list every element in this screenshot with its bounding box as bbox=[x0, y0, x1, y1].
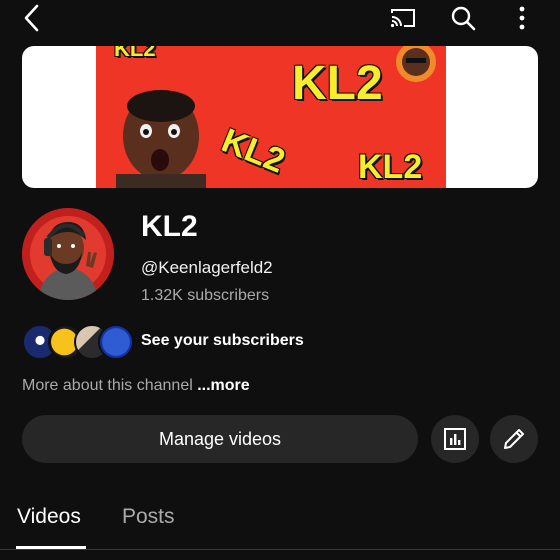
edit-channel-button[interactable] bbox=[490, 415, 538, 463]
channel-name: KL2 bbox=[141, 210, 198, 243]
subscriber-avatars[interactable] bbox=[22, 324, 134, 360]
subscriber-avatar bbox=[98, 324, 134, 360]
see-subscribers-link[interactable]: See your subscribers bbox=[141, 332, 304, 350]
banner-text: KL2 bbox=[114, 46, 156, 61]
cast-icon bbox=[390, 9, 415, 28]
pencil-icon bbox=[504, 429, 524, 449]
banner-artwork: KL2 KL2 KL2 KL2 bbox=[96, 46, 446, 188]
manage-videos-button[interactable]: Manage videos bbox=[22, 415, 418, 463]
more-about-channel[interactable]: More about this channel ...more bbox=[22, 377, 250, 395]
more-vertical-icon bbox=[519, 6, 525, 30]
search-icon bbox=[451, 6, 476, 31]
more-about-text: More about this channel bbox=[22, 377, 198, 394]
analytics-button[interactable] bbox=[431, 415, 479, 463]
banner-small-avatar bbox=[396, 46, 436, 82]
more-options-button[interactable] bbox=[502, 0, 542, 36]
banner-text: KL2 bbox=[358, 148, 423, 186]
cast-button[interactable] bbox=[383, 0, 423, 36]
tabs-divider bbox=[0, 549, 560, 550]
banner-face-illustration bbox=[116, 90, 206, 188]
analytics-icon bbox=[444, 428, 466, 450]
channel-banner: KL2 KL2 KL2 KL2 bbox=[22, 46, 538, 188]
search-button[interactable] bbox=[443, 0, 483, 36]
more-link[interactable]: ...more bbox=[197, 377, 249, 394]
banner-text: KL2 bbox=[292, 57, 383, 110]
tab-videos[interactable]: Videos bbox=[17, 505, 81, 529]
tab-posts[interactable]: Posts bbox=[122, 505, 175, 529]
banner-text: KL2 bbox=[216, 121, 291, 181]
back-button[interactable] bbox=[12, 0, 52, 36]
subscriber-count: 1.32K subscribers bbox=[141, 287, 270, 304]
avatar-illustration bbox=[22, 208, 114, 300]
channel-handle: @Keenlagerfeld2 bbox=[141, 258, 273, 277]
chevron-left-icon bbox=[24, 4, 39, 32]
channel-avatar[interactable] bbox=[22, 208, 114, 300]
